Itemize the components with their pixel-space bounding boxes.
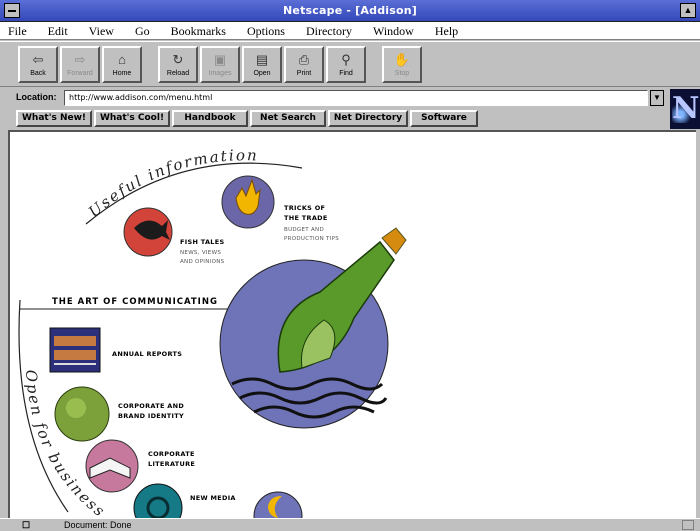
logo-letter: N [672,91,700,126]
toolbar: ⇦ Back ⇨ Forward ⌂ Home ↻ Reload ▣ Image… [0,41,700,87]
fingerprint-icon [66,398,86,418]
images-button[interactable]: ▣ Images [200,46,240,83]
back-button[interactable]: ⇦ Back [18,46,58,83]
section-heading: THE ART OF COMMUNICATING [52,297,218,307]
home-icon: ⌂ [118,52,126,67]
security-icon [682,520,694,530]
forward-arrow-icon: ⇨ [74,52,86,67]
maximize-icon[interactable]: ▲ [680,3,696,18]
back-label: Back [30,70,46,77]
stop-button[interactable]: ✋ Stop [382,46,422,83]
svg-text:BRAND IDENTITY: BRAND IDENTITY [118,412,184,420]
directory-buttons: What's New! What's Cool! Handbook Net Se… [0,109,668,128]
net-search-button[interactable]: Net Search [250,110,326,127]
location-bar: Location: http://www.addison.com/menu.ht… [0,88,668,109]
svg-text:FISH TALES: FISH TALES [180,238,224,246]
svg-text:CORPORATE AND: CORPORATE AND [118,402,184,410]
open-button[interactable]: ▤ Open [242,46,282,83]
annual-reports-link[interactable]: ANNUAL REPORTS [49,327,182,373]
reload-button[interactable]: ↻ Reload [158,46,198,83]
stop-icon: ✋ [393,52,411,67]
back-arrow-icon: ⇦ [32,52,44,67]
menu-bar: File Edit View Go Bookmarks Options Dire… [0,22,700,40]
menu-options[interactable]: Options [247,22,285,39]
find-button[interactable]: ⚲ Find [326,46,366,83]
menu-go[interactable]: Go [135,22,150,39]
open-icon: ▤ [255,52,269,67]
menu-view[interactable]: View [89,22,114,39]
print-button[interactable]: ⎙ Print [284,46,324,83]
svg-text:CORPORATE: CORPORATE [148,450,195,458]
corporate-identity-link[interactable]: CORPORATE AND BRAND IDENTITY [54,386,184,442]
print-icon: ⎙ [298,52,310,67]
open-label: Open [253,70,271,77]
svg-text:TRICKS OF: TRICKS OF [284,204,325,212]
title-bar: Netscape - [Addison] ▲ [0,0,700,22]
images-icon: ▣ [213,52,227,67]
menu-file[interactable]: File [8,22,27,39]
forward-label: Forward [67,70,93,77]
svg-text:BUDGET AND: BUDGET AND [284,227,324,233]
menu-bookmarks[interactable]: Bookmarks [171,22,226,39]
status-bar: ☐ Document: Done [0,518,700,531]
svg-text:PRODUCTION TIPS: PRODUCTION TIPS [284,236,339,242]
svg-text:LITERATURE: LITERATURE [148,460,195,468]
message-in-bottle-illustration[interactable] [219,227,407,429]
new-media-link[interactable]: NEW MEDIA [133,483,236,518]
tricks-of-the-trade-link[interactable]: TRICKS OF THE TRADE BUDGET AND PRODUCTIO… [221,175,339,242]
page-content: Useful information Open for business TRI… [8,130,696,518]
netscape-logo[interactable]: N [670,89,700,129]
home-label: Home [112,70,132,77]
menu-edit[interactable]: Edit [48,22,68,39]
reload-label: Reload [166,70,190,77]
whats-new-button[interactable]: What's New! [16,110,92,127]
corporate-literature-link[interactable]: CORPORATE LITERATURE [85,439,195,493]
print-label: Print [296,70,312,77]
status-text: Document: Done [64,520,132,530]
software-button[interactable]: Software [410,110,478,127]
svg-text:ANNUAL REPORTS: ANNUAL REPORTS [112,350,182,358]
moon-icon[interactable] [253,491,303,518]
menu-window[interactable]: Window [373,22,414,39]
stop-label: Stop [394,70,410,77]
net-directory-button[interactable]: Net Directory [328,110,408,127]
location-label: Location: [16,92,57,102]
location-dropdown-icon[interactable]: ▼ [650,90,664,106]
menu-help[interactable]: Help [435,22,458,39]
location-input[interactable]: http://www.addison.com/menu.html [64,90,648,106]
svg-text:NEW MEDIA: NEW MEDIA [190,494,236,502]
svg-text:NEWS, VIEWS: NEWS, VIEWS [180,250,221,256]
reload-icon: ↻ [172,52,184,67]
menu-directory[interactable]: Directory [306,22,352,39]
document-icon: ☐ [22,520,31,530]
find-label: Find [339,70,353,77]
page-artwork: Useful information Open for business TRI… [18,146,407,518]
home-button[interactable]: ⌂ Home [102,46,142,83]
whats-cool-button[interactable]: What's Cool! [94,110,170,127]
images-label: Images [208,70,232,77]
forward-button[interactable]: ⇨ Forward [60,46,100,83]
svg-text:THE TRADE: THE TRADE [284,214,328,222]
window-title: Netscape - [Addison] [283,4,417,17]
fish-tales-link[interactable]: FISH TALES NEWS, VIEWS AND OPINIONS [123,207,225,265]
svg-text:AND OPINIONS: AND OPINIONS [180,259,225,265]
handbook-button[interactable]: Handbook [172,110,248,127]
find-icon: ⚲ [341,52,351,67]
